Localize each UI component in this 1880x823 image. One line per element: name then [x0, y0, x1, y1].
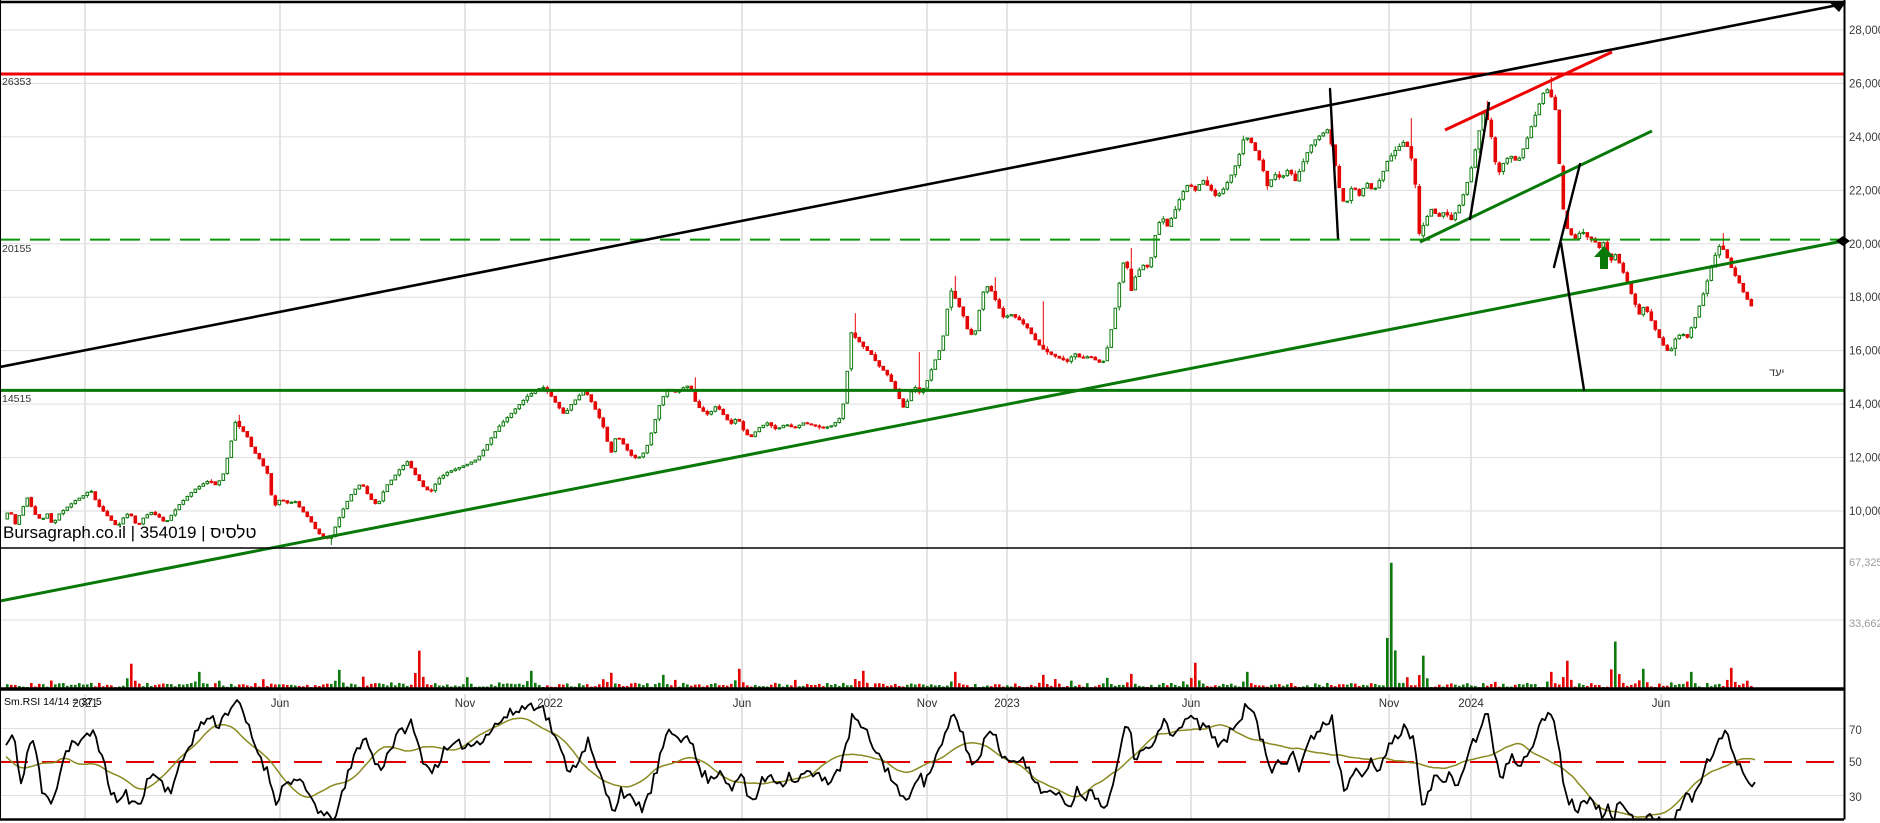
target-annotation-label: יעד	[1769, 367, 1785, 379]
rsi-tick-label: 70	[1849, 725, 1862, 737]
date-tick-label: Jun	[271, 698, 290, 710]
price-tick-label: 12,000	[1849, 453, 1880, 465]
price-tick-label: 26,000	[1849, 78, 1880, 90]
date-tick-label: 2023	[994, 698, 1020, 710]
price-tick-label: 22,000	[1849, 185, 1880, 197]
chart-canvas[interactable]: 28,000 26,000 24,000 22,000 20,000 18,000 16,0…	[0, 0, 1880, 823]
up-arrow-icon	[1594, 246, 1614, 257]
date-tick-label: Nov	[455, 698, 476, 710]
pane-borders	[0, 0, 1846, 821]
gap-support-level-label: 20155	[2, 243, 32, 255]
date-tick-label: Jun	[1182, 698, 1201, 710]
rsi-tick-label: 50	[1849, 757, 1862, 769]
hand-drawn-mark	[1468, 101, 1491, 221]
rsi-smooth-line	[5, 717, 1756, 818]
date-tick-label: Nov	[917, 698, 938, 710]
rsi-tick-label: 30	[1849, 792, 1862, 804]
hand-drawn-mark	[1559, 241, 1586, 392]
date-tick-label: 2022	[537, 698, 563, 710]
horizontal-levels	[0, 72, 1844, 392]
price-tick-label: 14,000	[1849, 399, 1880, 411]
volume-series	[6, 562, 1753, 688]
price-tick-label: 10,000	[1849, 506, 1880, 518]
up-arrow-shaft	[1600, 257, 1608, 269]
price-tick-label: 20,000	[1849, 239, 1880, 251]
rsi-indicator-label: Sm.RSI 14/14 = 37.5	[4, 696, 102, 708]
major-support-level-label: 14515	[2, 393, 32, 405]
volume-tick-label: 67,325	[1849, 557, 1880, 569]
price-tick-label: 16,000	[1849, 346, 1880, 358]
bursagraph-chart-root: 28,000 26,000 24,000 22,000 20,000 18,000 16,0…	[0, 0, 1880, 823]
volume-tick-label: 33,662	[1849, 618, 1880, 630]
date-tick-label: Nov	[1379, 698, 1400, 710]
date-tick-label: 2024	[1458, 698, 1484, 710]
gridlines	[0, 3, 1844, 819]
trendline-diamond-icon	[1836, 236, 1850, 246]
price-tick-label: 18,000	[1849, 292, 1880, 304]
watermark-title: Bursagraph.co.il | 354019 | טלסיס	[3, 523, 257, 542]
date-tick-label: Jun	[1652, 698, 1671, 710]
resistance-level-label: 26353	[2, 76, 32, 88]
hand-drawn-mark	[1552, 162, 1582, 269]
date-tick-label: Jun	[733, 698, 752, 710]
price-tick-label: 28,000	[1849, 25, 1880, 37]
price-tick-label: 24,000	[1849, 132, 1880, 144]
rsi-pane	[0, 699, 1844, 819]
